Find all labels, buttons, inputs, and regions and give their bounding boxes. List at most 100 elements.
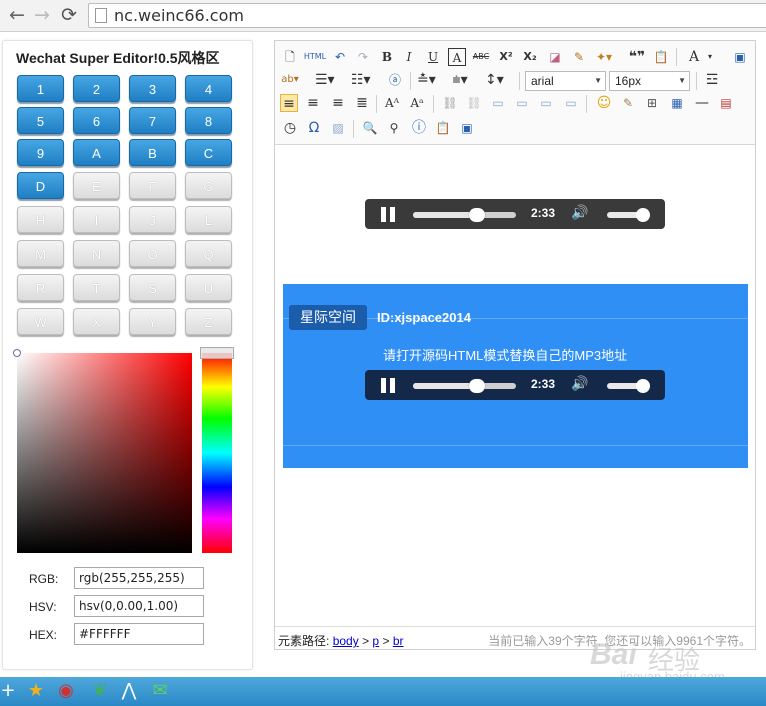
pause-icon[interactable] [381,378,386,393]
paste-text-icon[interactable]: 📋 [652,48,670,66]
style-button-j[interactable]: J [129,206,176,233]
template-icon[interactable]: ▦ [668,94,686,112]
strikethrough-icon[interactable]: ABC [472,48,490,66]
link-icon[interactable]: ⛓ [441,94,459,112]
emotion-icon[interactable]: ☺ [595,94,613,112]
row-spacing-top-icon[interactable]: ≛▾ [417,71,436,89]
path-item-br[interactable]: br [393,634,404,648]
horizontal-rule-icon[interactable]: — [693,94,711,112]
style-button-m[interactable]: M [17,240,64,267]
style-button-a[interactable]: A [73,139,120,166]
volume-icon[interactable]: 🔊 [571,205,588,221]
style-button-8[interactable]: 8 [185,107,232,134]
fullscreen-icon[interactable]: ▣ [731,48,749,66]
style-button-h[interactable]: H [17,206,64,233]
image-left-icon[interactable]: ▭ [513,94,531,112]
style-button-o[interactable]: O [129,240,176,267]
volume-handle[interactable] [636,379,650,393]
date-icon[interactable]: ▤ [717,94,735,112]
plus-icon[interactable]: + [0,679,20,703]
style-button-e[interactable]: E [73,172,120,199]
auto-format-icon[interactable]: ✦▾ [595,48,613,66]
path-item-body[interactable]: body [333,634,359,648]
undo-icon[interactable]: ↶ [331,48,349,66]
image-center-icon[interactable]: ▭ [562,94,580,112]
font-size-select[interactable]: 16px ▼ [609,71,690,91]
hue-slider-handle[interactable] [200,347,234,359]
seek-bar-handle[interactable] [469,208,485,222]
style-button-1[interactable]: 1 [17,75,64,102]
font-family-select[interactable]: arial ▼ [525,71,606,91]
lower-case-icon[interactable]: Aᵃ [408,94,426,112]
style-button-c[interactable]: C [185,139,232,166]
saturation-value-picker[interactable] [17,353,192,553]
blockquote-icon[interactable]: ❝❞ [628,48,646,66]
wechat-icon[interactable]: ✉ [148,679,172,703]
pause-icon[interactable] [381,207,386,222]
style-button-u[interactable]: U [185,274,232,301]
snapscreen-icon[interactable]: ▨ [329,119,347,137]
time-icon[interactable]: ◷ [281,119,299,137]
style-button-4[interactable]: 4 [185,75,232,102]
image-none-icon[interactable]: ▭ [489,94,507,112]
font-border-icon[interactable]: A [448,48,466,66]
hsv-field[interactable]: hsv(0,0.00,1.00) [74,595,204,617]
preview-icon[interactable]: 🔍 [361,119,379,137]
style-button-7[interactable]: 7 [129,107,176,134]
ordered-list-icon[interactable]: ☰▾ [315,71,335,89]
style-button-i[interactable]: I [73,206,120,233]
style-button-z[interactable]: Z [185,308,232,335]
star-icon[interactable]: ★ [24,679,48,703]
forecolor-dropdown-icon[interactable]: ▾ [701,48,719,66]
leaf-icon[interactable]: ❦ [88,679,112,703]
align-left-icon[interactable]: ≡ [280,94,298,112]
directionality-icon[interactable]: ☲ [703,71,721,89]
address-bar[interactable]: nc.weinc66.com [88,3,766,28]
spellcheck-icon[interactable]: ab▾ [281,71,299,89]
upper-case-icon[interactable]: Aᴬ [383,94,401,112]
style-button-d[interactable]: D [17,172,64,199]
hex-field[interactable]: #FFFFFF [74,623,204,645]
volume-slider[interactable] [607,379,650,393]
eraser-icon[interactable]: ◪ [546,48,564,66]
html-source-icon[interactable]: HTML [303,48,327,66]
hue-slider[interactable] [202,353,232,553]
style-button-r[interactable]: R [17,274,64,301]
unordered-list-icon[interactable]: ☷▾ [351,71,371,89]
image-right-icon[interactable]: ▭ [537,94,555,112]
style-button-2[interactable]: 2 [73,75,120,102]
style-button-6[interactable]: 6 [73,107,120,134]
color-picker-handle[interactable] [13,349,21,357]
seek-bar-handle[interactable] [469,379,485,393]
forward-icon[interactable]: → [31,4,53,26]
style-button-9[interactable]: 9 [17,139,64,166]
weibo-icon[interactable]: ◉ [54,679,78,703]
style-button-x[interactable]: X [73,308,120,335]
seek-bar[interactable] [413,208,516,222]
style-button-t[interactable]: T [73,274,120,301]
volume-handle[interactable] [636,208,650,222]
align-justify-icon[interactable]: ≣ [353,94,371,112]
back-icon[interactable]: ← [6,4,28,26]
insert-image-icon[interactable]: ▣ [458,119,476,137]
style-button-g[interactable]: G [185,172,232,199]
new-doc-icon[interactable]: 🗋 [281,48,299,66]
row-spacing-bottom-icon[interactable]: ⩧▾ [451,71,469,89]
style-button-w[interactable]: W [17,308,64,335]
italic-icon[interactable]: I [400,48,418,66]
superscript-icon[interactable]: X² [497,48,515,66]
style-button-l[interactable]: L [185,206,232,233]
style-button-3[interactable]: 3 [129,75,176,102]
volume-slider[interactable] [607,208,650,222]
bold-icon[interactable]: B [378,48,396,66]
align-center-icon[interactable]: ≡ [304,94,322,112]
subscript-icon[interactable]: X₂ [521,48,539,66]
volume-icon[interactable]: 🔊 [571,376,588,392]
path-item-p[interactable]: p [372,634,379,648]
style-button-f[interactable]: F [129,172,176,199]
style-button-b[interactable]: B [129,139,176,166]
text-case-icon[interactable]: ⓐ [386,71,404,89]
style-button-q[interactable]: Q [185,240,232,267]
special-chars-icon[interactable]: Ω [305,119,323,137]
style-button-y[interactable]: Y [129,308,176,335]
